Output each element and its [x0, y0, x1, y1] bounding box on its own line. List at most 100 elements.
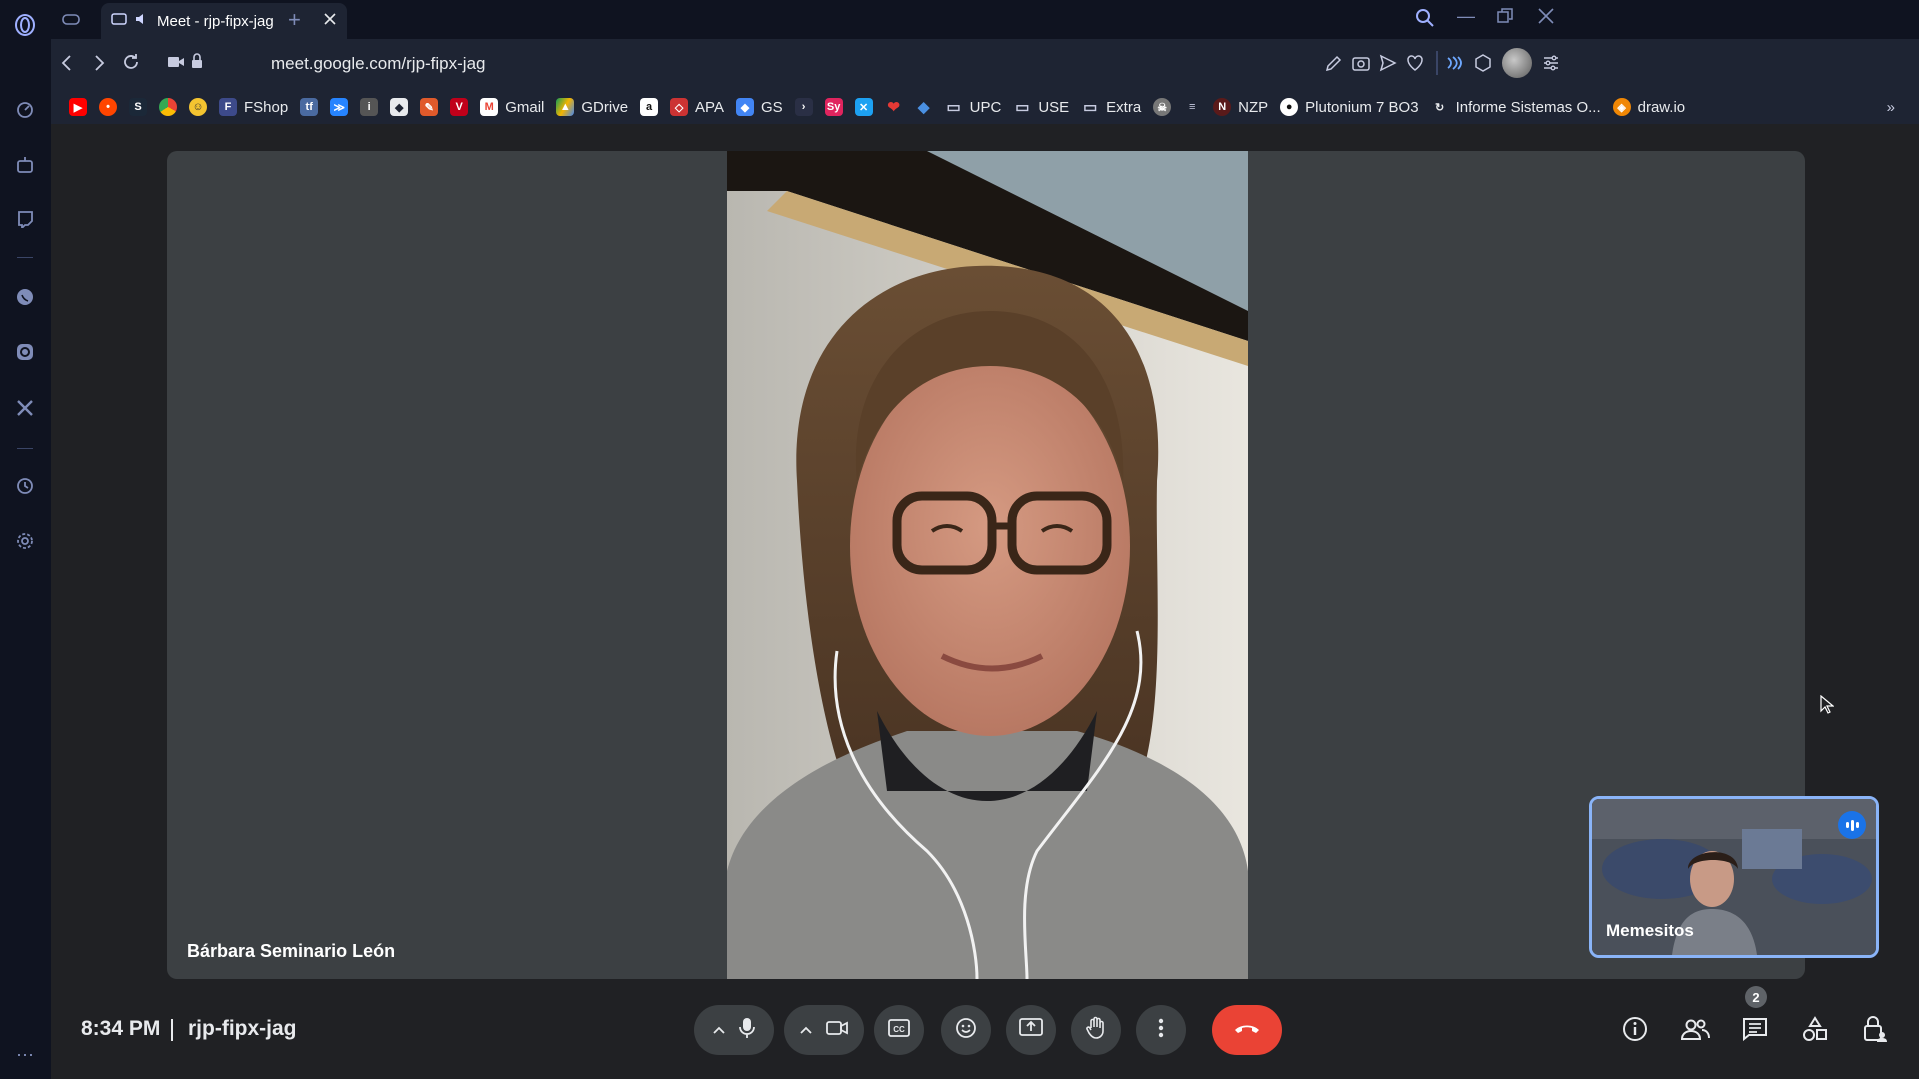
- bookmark-apa[interactable]: ◇ APA: [664, 93, 730, 121]
- bookmark-emoji-site[interactable]: ☺: [183, 93, 213, 121]
- bookmark-amazon[interactable]: a: [634, 93, 664, 121]
- history-icon[interactable]: [13, 474, 37, 498]
- bookmark-chrome[interactable]: [153, 93, 183, 121]
- minimize-icon[interactable]: —: [1457, 6, 1475, 27]
- end-call-button[interactable]: [1212, 1005, 1282, 1055]
- activities-button[interactable]: [1799, 1015, 1831, 1047]
- people-button[interactable]: [1679, 1015, 1711, 1047]
- tab-icon: [111, 11, 127, 32]
- bookmarks-overflow[interactable]: »: [1881, 93, 1901, 121]
- x-box-icon: ✕: [854, 98, 873, 116]
- bookmark-fshop[interactable]: F FShop: [213, 93, 294, 121]
- bookmark-jira[interactable]: ≫: [324, 93, 354, 121]
- bookmark-v[interactable]: V: [444, 93, 474, 121]
- extensions-cube-icon[interactable]: [1474, 54, 1492, 77]
- bookmark-youtube[interactable]: ▶: [63, 93, 93, 121]
- bookmark-folder-extra[interactable]: ▭ Extra: [1075, 93, 1147, 121]
- speaker-icon[interactable]: [135, 12, 149, 31]
- raise-hand-button[interactable]: [1071, 1005, 1121, 1055]
- tf-icon: tf: [300, 98, 319, 116]
- x-twitter-icon[interactable]: [13, 396, 37, 420]
- folder-icon: ▭: [1015, 99, 1030, 116]
- heart-icon[interactable]: [1406, 54, 1424, 77]
- snapshot-edit-icon[interactable]: [1325, 54, 1343, 77]
- close-window-icon[interactable]: [1538, 8, 1554, 29]
- opera-flow-icon[interactable]: [1444, 54, 1462, 77]
- easy-setup-icon[interactable]: [1542, 54, 1560, 77]
- profile-avatar[interactable]: [1502, 48, 1532, 78]
- url-field[interactable]: meet.google.com/rjp-fipx-jag: [271, 54, 485, 74]
- bookmark-arrow[interactable]: ›: [789, 93, 819, 121]
- informe-icon: ↻: [1434, 101, 1445, 114]
- bookmark-tf[interactable]: tf: [294, 93, 324, 121]
- opera-logo-icon[interactable]: [13, 13, 37, 37]
- forward-icon[interactable]: [91, 54, 107, 77]
- hang-up-icon: [1233, 1021, 1261, 1039]
- video-camera-icon[interactable]: [826, 1020, 848, 1041]
- captions-button[interactable]: CC: [874, 1005, 924, 1055]
- browser-sidebar: ⋯: [0, 0, 51, 1079]
- bookmark-folder-upc[interactable]: ▭ UPC: [939, 93, 1008, 121]
- more-dots-icon[interactable]: ⋯: [13, 1043, 37, 1067]
- close-tab-icon[interactable]: [323, 12, 337, 31]
- speed-dial-icon[interactable]: [13, 98, 37, 122]
- host-controls-button[interactable]: [1859, 1015, 1891, 1047]
- bookmark-gs[interactable]: ◆ GS: [730, 93, 789, 121]
- audio-options-chevron-icon[interactable]: [713, 1021, 725, 1039]
- mouse-pointer-icon: [1820, 694, 1835, 720]
- lock-icon[interactable]: [191, 53, 203, 74]
- screenshot-icon[interactable]: [1352, 54, 1370, 77]
- bookmark-x[interactable]: ✕: [849, 93, 879, 121]
- bookmark-reddit[interactable]: •: [93, 93, 123, 121]
- bookmark-informe[interactable]: ↻ Informe Sistemas O...: [1425, 93, 1607, 121]
- ai-assistant-icon[interactable]: [13, 153, 37, 177]
- bookmark-sy[interactable]: Sy: [819, 93, 849, 121]
- tab-meet[interactable]: Meet - rjp-fipx-jag: [101, 3, 347, 39]
- nzp-icon: N: [1213, 98, 1232, 116]
- instagram-icon[interactable]: [13, 340, 37, 364]
- bookmark-folder-use[interactable]: ▭ USE: [1007, 93, 1075, 121]
- bookmark-heart[interactable]: ❤: [879, 93, 909, 121]
- bookmark-diamond[interactable]: ◆: [909, 93, 939, 121]
- more-options-button[interactable]: [1136, 1005, 1186, 1055]
- bookmark-steam[interactable]: S: [123, 93, 153, 121]
- twitch-icon[interactable]: [13, 207, 37, 231]
- participant-tile[interactable]: Bárbara Seminario León: [167, 151, 1805, 979]
- reload-icon[interactable]: [121, 52, 141, 77]
- bookmark-roblox[interactable]: ◆: [384, 93, 414, 121]
- bookmark-filter[interactable]: ≡: [1177, 93, 1207, 121]
- bookmark-label: Extra: [1106, 98, 1142, 116]
- video-options-chevron-icon[interactable]: [800, 1021, 812, 1039]
- microphone-icon[interactable]: [739, 1017, 755, 1044]
- reactions-button[interactable]: [941, 1005, 991, 1055]
- camera-control[interactable]: [784, 1005, 864, 1055]
- present-screen-icon: [1019, 1017, 1043, 1043]
- microphone-control[interactable]: [694, 1005, 774, 1055]
- new-tab-icon[interactable]: +: [288, 7, 301, 33]
- tab-search-icon[interactable]: [1415, 8, 1435, 33]
- bookmark-gdrive[interactable]: ▲ GDrive: [550, 93, 634, 121]
- gamepad-icon[interactable]: [61, 9, 83, 31]
- bookmark-pencil[interactable]: ✎: [414, 93, 444, 121]
- camera-in-use-icon[interactable]: [167, 55, 185, 74]
- bookmark-nzp[interactable]: N NZP: [1207, 93, 1274, 121]
- separator: [1436, 51, 1438, 75]
- self-view-tile[interactable]: Memesitos: [1589, 796, 1879, 958]
- present-screen-button[interactable]: [1006, 1005, 1056, 1055]
- restore-icon[interactable]: [1497, 8, 1513, 29]
- whatsapp-icon[interactable]: [13, 285, 37, 309]
- skull-icon: ☠: [1153, 98, 1172, 116]
- bookmark-plutonium[interactable]: ● Plutonium 7 BO3: [1274, 93, 1424, 121]
- settings-gear-icon[interactable]: [13, 529, 37, 553]
- bookmark-drawio[interactable]: ◈ draw.io: [1607, 93, 1692, 121]
- send-icon[interactable]: [1379, 54, 1397, 77]
- back-icon[interactable]: [59, 54, 75, 77]
- bookmark-item[interactable]: i: [354, 93, 384, 121]
- bookmark-skull[interactable]: ☠: [1147, 93, 1177, 121]
- chat-button[interactable]: [1739, 1015, 1771, 1047]
- bookmark-gmail[interactable]: M Gmail: [474, 93, 550, 121]
- meeting-details-button[interactable]: [1619, 1015, 1651, 1047]
- sy-icon: Sy: [824, 98, 843, 116]
- bookmark-label: draw.io: [1637, 98, 1686, 116]
- fshop-icon: F: [219, 98, 237, 116]
